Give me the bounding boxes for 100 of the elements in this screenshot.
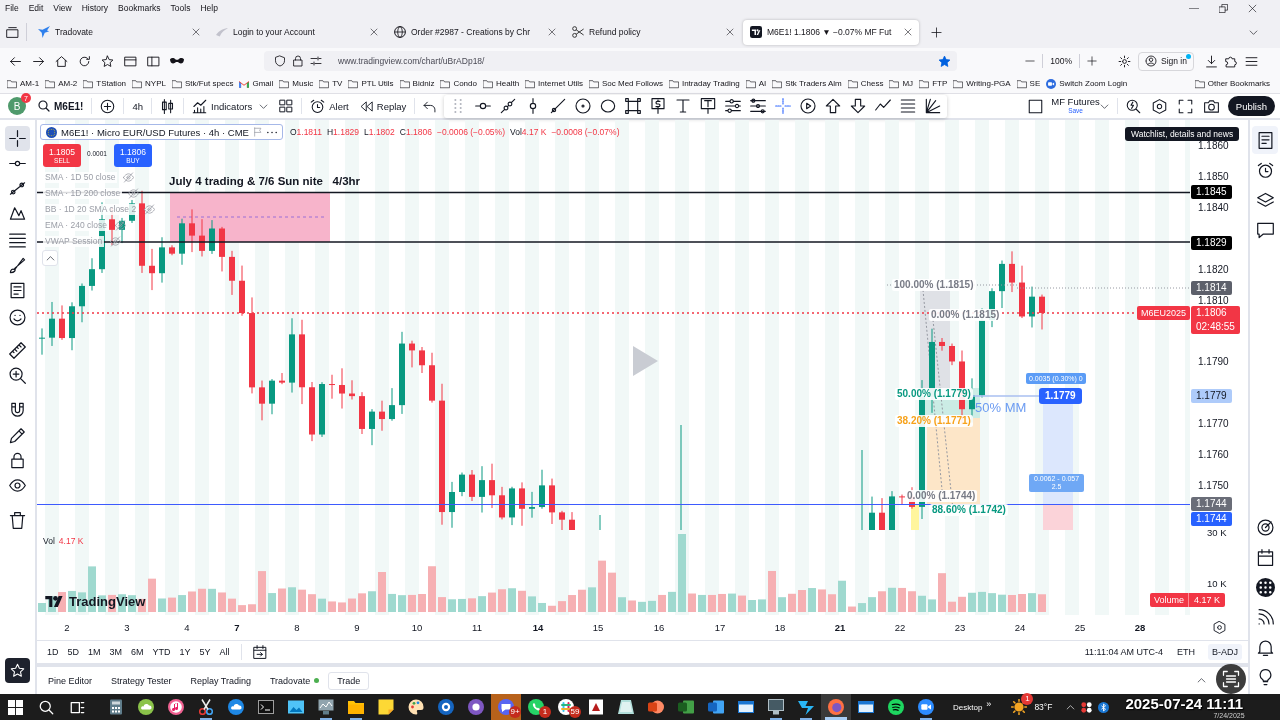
square-icon[interactable]: [1028, 98, 1044, 114]
range-button[interactable]: 1M: [88, 647, 101, 657]
caret-icon[interactable]: [1099, 101, 1109, 111]
layout-grid-icon[interactable]: [279, 99, 294, 113]
bookmark-item[interactable]: Stk/Fut specs: [171, 78, 234, 89]
sidebar-button[interactable]: [1252, 126, 1278, 154]
taskbar-button[interactable]: [821, 694, 851, 720]
bookmark-item[interactable]: Internet Utils: [525, 78, 583, 89]
bookmark-item[interactable]: Intraday Trading: [668, 78, 740, 89]
bookmark-item[interactable]: Stk Traders Alm: [772, 78, 842, 89]
bookmark-item[interactable]: AI: [745, 78, 767, 89]
shield-icon[interactable]: [274, 55, 286, 67]
bookmark-item[interactable]: Switch Zoom Login: [1046, 78, 1128, 89]
close-icon[interactable]: [192, 28, 200, 36]
bookmark-item[interactable]: Bidniz: [399, 78, 435, 89]
trade-button[interactable]: Trade: [328, 671, 370, 690]
search-icon[interactable]: [39, 699, 54, 715]
interval-button[interactable]: 4h: [132, 100, 144, 112]
fan-lines-icon[interactable]: [925, 98, 942, 114]
tool-button[interactable]: [5, 126, 30, 151]
panel-tab[interactable]: Tradovate: [269, 675, 320, 686]
home-icon[interactable]: [55, 54, 68, 68]
menu-item[interactable]: File: [5, 3, 19, 13]
bookmark-item[interactable]: Writing-PGA: [953, 78, 1011, 89]
list-sliders-icon[interactable]: [750, 98, 767, 114]
bluetooth-icon[interactable]: [1098, 701, 1110, 713]
browser-tab[interactable]: Refund policy: [565, 19, 741, 45]
lock-icon[interactable]: [292, 55, 304, 67]
reload-icon[interactable]: [78, 54, 91, 68]
desktop-button[interactable]: Desktop: [953, 702, 983, 712]
sidebar-icon[interactable]: [147, 54, 160, 68]
sun-icon[interactable]: [1011, 699, 1028, 715]
minimize-icon[interactable]: [1189, 7, 1199, 9]
arrow-down-icon[interactable]: [850, 98, 867, 114]
taskbar-button[interactable]: 9+: [491, 694, 521, 720]
bookmark-item[interactable]: Chess: [847, 78, 884, 89]
range-button[interactable]: 5Y: [199, 647, 211, 657]
bookmark-item[interactable]: SE: [1016, 78, 1041, 89]
restore-icon[interactable]: [1219, 3, 1228, 13]
tab-list-icon[interactable]: [6, 25, 19, 39]
star-icon[interactable]: [938, 54, 951, 68]
browser-tab[interactable]: Order #2987 - Creations by Chr: [387, 19, 563, 45]
sliders-icon[interactable]: [310, 55, 322, 67]
range-button[interactable]: All: [219, 647, 230, 657]
fullscreen-icon[interactable]: [1177, 98, 1193, 114]
text-box-icon[interactable]: [700, 98, 717, 114]
plus-icon[interactable]: [1087, 56, 1097, 66]
play-icon[interactable]: [800, 98, 817, 114]
scan-button[interactable]: [1216, 664, 1246, 694]
browser-tab[interactable]: M6E1! 1.1806 ▼ −0.07% MF Fut: [743, 19, 919, 45]
session-toggle[interactable]: B-ADJ: [1208, 644, 1242, 660]
puzzle-icon[interactable]: [1225, 54, 1238, 68]
bookmark-item[interactable]: MJ: [889, 78, 914, 89]
taskbar-button[interactable]: 59: [551, 694, 581, 720]
overflow-button[interactable]: »: [986, 699, 992, 709]
bookmark-item[interactable]: AM-2: [45, 78, 78, 89]
favorites-button[interactable]: [5, 658, 30, 683]
menu-item[interactable]: Tools: [170, 3, 191, 13]
bookmark-item[interactable]: Other Bookmarks: [1194, 78, 1270, 89]
caret-icon[interactable]: [1249, 27, 1258, 37]
symbol-search-button[interactable]: M6E1!: [38, 100, 84, 112]
panel-tab[interactable]: Strategy Tester: [111, 675, 172, 686]
temperature-label[interactable]: 83°F: [1034, 702, 1053, 712]
mask-icon[interactable]: [170, 57, 184, 65]
download-icon[interactable]: [1205, 54, 1218, 68]
magnifier-icon[interactable]: [1125, 98, 1141, 114]
caret-icon[interactable]: [1066, 702, 1076, 712]
undo-icon[interactable]: [423, 99, 437, 113]
menu-item[interactable]: History: [81, 3, 109, 13]
zigzag-icon[interactable]: [875, 98, 892, 114]
menu-item[interactable]: Edit: [28, 3, 44, 13]
arrow-up-icon[interactable]: [825, 98, 842, 114]
dollar-note-icon[interactable]: [650, 98, 667, 114]
lines-icon[interactable]: [900, 98, 917, 114]
range-button[interactable]: 1Y: [179, 647, 191, 657]
task-view-icon[interactable]: [70, 699, 85, 715]
panel-tab[interactable]: Replay Trading: [190, 675, 251, 686]
range-button[interactable]: 6M: [131, 647, 144, 657]
publish-button[interactable]: Publish: [1227, 96, 1275, 116]
symbol-button[interactable]: M6E1! · Micro EUR/USD Futures · 4h · CME: [40, 124, 283, 140]
menu-item[interactable]: Help: [200, 3, 218, 13]
panel-tab[interactable]: Pine Editor: [48, 675, 93, 686]
eye-off-icon[interactable]: [110, 235, 122, 247]
calendar-icon[interactable]: [252, 645, 267, 659]
bookmark-item[interactable]: NYPL: [132, 78, 166, 89]
session-toggle[interactable]: ETH: [1173, 644, 1199, 660]
close-icon[interactable]: [1248, 3, 1257, 13]
diagonal-line-icon[interactable]: [550, 98, 567, 114]
chevron-up-icon[interactable]: [1197, 676, 1206, 685]
close-icon[interactable]: [726, 28, 734, 36]
back-icon[interactable]: [9, 54, 22, 68]
range-button[interactable]: 5D: [67, 647, 80, 657]
settings-icon[interactable]: [1118, 54, 1131, 68]
browser-tab[interactable]: Login to your Account: [209, 19, 385, 45]
bookmark-item[interactable]: Health: [482, 78, 520, 89]
menu-item[interactable]: View: [53, 3, 72, 13]
address-field[interactable]: www.tradingview.com/chart/uBrADp18/: [264, 51, 957, 71]
taskbar-button[interactable]: 1: [521, 694, 551, 720]
four-squares-icon[interactable]: [8, 699, 23, 715]
bookmark-item[interactable]: Gmail: [239, 78, 274, 89]
